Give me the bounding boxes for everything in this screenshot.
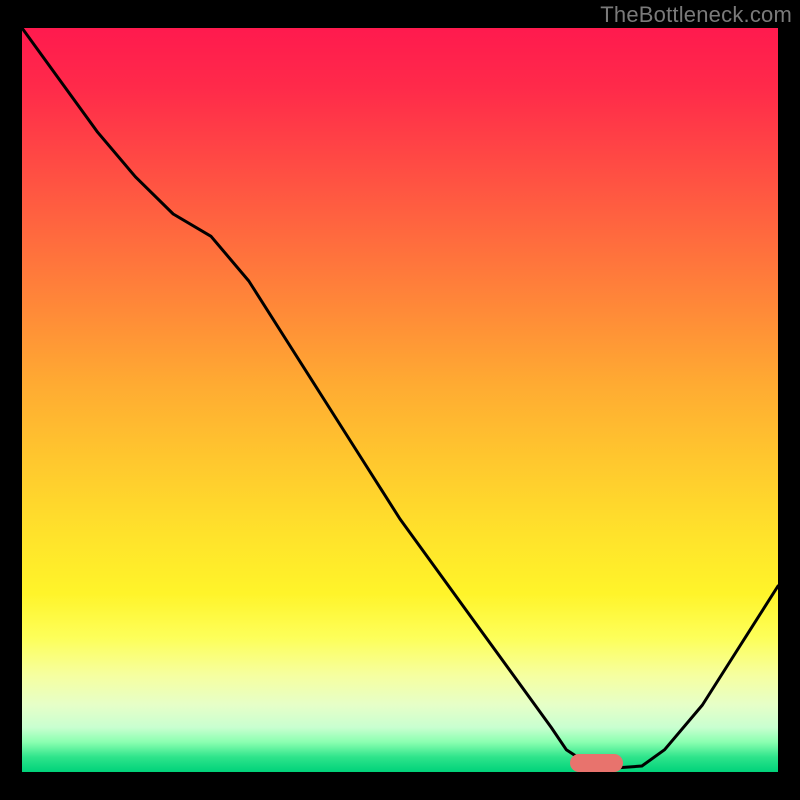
optimal-marker: [570, 754, 623, 772]
chart-frame: TheBottleneck.com: [0, 0, 800, 800]
watermark-text: TheBottleneck.com: [600, 2, 792, 28]
plot-area: [22, 28, 778, 772]
bottleneck-curve: [22, 28, 778, 772]
